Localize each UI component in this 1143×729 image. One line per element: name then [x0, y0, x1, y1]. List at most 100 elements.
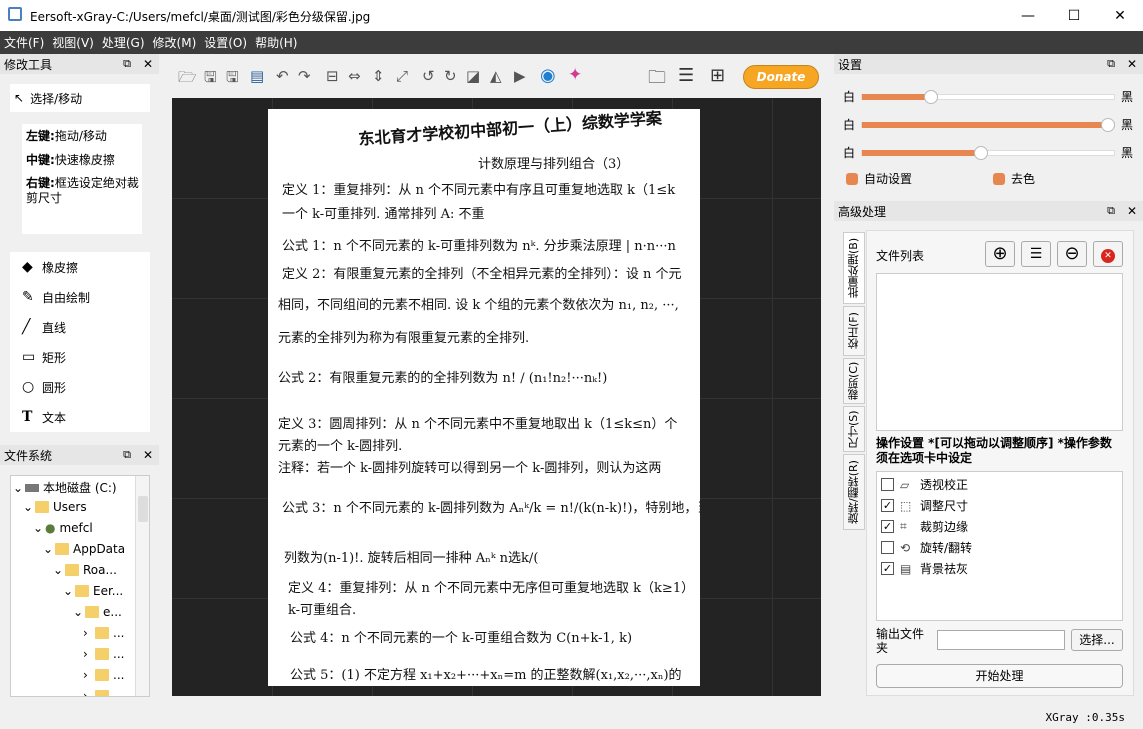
tree-item[interactable]: ›... — [83, 647, 124, 661]
tree-item[interactable]: ⌄ Users — [23, 500, 87, 514]
tab-correct[interactable]: 校正(F) — [843, 306, 865, 356]
level-slider[interactable]: 白黑 — [843, 86, 1133, 106]
chevron-down-icon: ⌄ — [53, 563, 64, 577]
menu-process[interactable]: 处理(G) — [102, 34, 145, 51]
remove-file-icon[interactable]: ⊖ — [1057, 241, 1087, 267]
eraser-tool[interactable]: ◆ 橡皮擦 — [10, 252, 150, 282]
add-file-icon[interactable]: ⊕ — [985, 241, 1015, 267]
save-icon[interactable]: 🖫 — [204, 67, 217, 92]
folder-icon — [95, 669, 109, 681]
tree-scrollbar[interactable] — [135, 476, 149, 696]
op-item[interactable]: ▱ 透视校正 — [877, 474, 1122, 495]
file-list[interactable] — [876, 273, 1123, 431]
text-tool[interactable]: T 文本 — [10, 402, 150, 432]
doc-line: 公式 2：有限重复元素的的全排列数为 n! / (n₁!n₂!···nₖ!) — [278, 371, 608, 386]
fit-page-icon[interactable]: ⇔ — [348, 67, 361, 85]
checklist-icon[interactable]: ☰ — [1021, 241, 1051, 267]
float-icon[interactable]: ⧉ — [1107, 204, 1115, 218]
minimize-button[interactable]: — — [1005, 0, 1051, 31]
menu-view[interactable]: 视图(V) — [52, 34, 94, 51]
tree-item[interactable]: ⌄ Eer... — [63, 584, 123, 598]
level-slider[interactable]: 白黑 — [843, 114, 1133, 134]
auto-process-icon[interactable]: ◉ — [540, 65, 556, 86]
tree-item[interactable]: ›... — [83, 668, 124, 682]
rectangle-label: 矩形 — [42, 350, 67, 365]
menu-settings[interactable]: 设置(O) — [204, 34, 247, 51]
rotate-left-icon[interactable]: ↺ — [422, 67, 435, 85]
float-icon[interactable]: ⧉ — [123, 57, 131, 71]
open-folder-icon[interactable]: 🗁 — [178, 67, 197, 92]
folder-icon[interactable]: 🗀 — [648, 65, 666, 95]
op-checkbox[interactable] — [881, 541, 894, 554]
op-item[interactable]: ✓ ⌗ 裁剪边缘 — [877, 516, 1122, 537]
tree-item[interactable]: ⌄ ● mefcl — [33, 521, 93, 535]
scrollbar-thumb[interactable] — [138, 496, 148, 522]
panel-close-icon[interactable]: ✕ — [1127, 57, 1137, 71]
tab-size[interactable]: 尺寸(S) — [843, 406, 865, 452]
auto-set-option[interactable]: 自动设置 — [846, 170, 912, 187]
sliders-icon[interactable]: ☰ — [678, 65, 694, 86]
slider-handle[interactable] — [1101, 118, 1116, 132]
chevron-down-icon: ⌄ — [23, 500, 34, 514]
rotate-right-icon[interactable]: ↻ — [444, 67, 457, 85]
select-tool[interactable]: ↖ 选择/移动 — [10, 84, 150, 112]
tree-item[interactable]: ›... — [83, 689, 124, 696]
slider-track[interactable] — [861, 146, 1115, 160]
tree-item[interactable]: ⌄ AppData — [43, 542, 125, 556]
slider-track[interactable] — [861, 118, 1116, 132]
fit-height-icon[interactable]: ⇕ — [372, 67, 385, 85]
clear-list-icon[interactable]: ✕ — [1093, 241, 1123, 267]
choose-button[interactable]: 选择... — [1071, 629, 1123, 651]
settings-panel-header: 设置 ⧉ ✕ — [834, 54, 1143, 74]
tab-rotate[interactable]: 旋转/翻转(R) — [843, 454, 865, 530]
doc-line: 定义 1：重复排列：从 n 个不同元素中有序且可重复地选取 k（1≤k — [282, 183, 676, 198]
op-item[interactable]: ✓ ⬚ 调整尺寸 — [877, 495, 1122, 516]
menu-help[interactable]: 帮助(H) — [255, 34, 297, 51]
fit-width-icon[interactable]: ⊟ — [326, 67, 339, 85]
fullscreen-icon[interactable]: ⤢ — [396, 67, 408, 85]
magic-wand-icon[interactable]: ✦ — [568, 65, 582, 85]
slider-track[interactable] — [861, 90, 1115, 104]
line-tool[interactable]: ╱ 直线 — [10, 312, 150, 342]
float-icon[interactable]: ⧉ — [123, 448, 131, 462]
slider-handle[interactable] — [974, 146, 989, 160]
close-button[interactable]: ✕ — [1097, 0, 1143, 31]
freehand-tool[interactable]: ✎ 自由绘制 — [10, 282, 150, 312]
op-checkbox[interactable] — [881, 478, 894, 491]
start-button[interactable]: 开始处理 — [876, 664, 1123, 688]
panel-close-icon[interactable]: ✕ — [143, 57, 153, 71]
op-checkbox[interactable]: ✓ — [881, 562, 894, 575]
level-slider[interactable]: 白黑 — [843, 142, 1133, 162]
menu-modify[interactable]: 修改(M) — [153, 34, 197, 51]
output-folder-input[interactable] — [937, 630, 1065, 650]
undo-icon[interactable]: ↶ — [276, 67, 289, 85]
print-icon[interactable]: ▤ — [250, 67, 264, 85]
redo-icon[interactable]: ↷ — [298, 67, 311, 85]
donate-button[interactable]: Donate — [743, 65, 819, 89]
circle-tool[interactable]: ○ 圆形 — [10, 372, 150, 402]
slider-handle[interactable] — [923, 90, 938, 104]
decolor-option[interactable]: 去色 — [993, 170, 1035, 187]
op-item[interactable]: ✓ ▤ 背景祛灰 — [877, 558, 1122, 579]
grid-view-icon[interactable]: ⊞ — [710, 65, 725, 86]
panel-close-icon[interactable]: ✕ — [143, 448, 153, 462]
op-checkbox[interactable]: ✓ — [881, 520, 894, 533]
flip-vertical-icon[interactable]: ◭ — [490, 67, 502, 85]
maximize-button[interactable]: ☐ — [1051, 0, 1097, 31]
float-icon[interactable]: ⧉ — [1107, 57, 1115, 71]
save-as-icon[interactable]: 🖫 — [226, 67, 239, 92]
op-item[interactable]: ⟲ 旋转/翻转 — [877, 537, 1122, 558]
tab-batch[interactable]: 批量处理(B) — [843, 232, 865, 304]
rectangle-tool[interactable]: ▭ 矩形 — [10, 342, 150, 372]
tree-item[interactable]: ⌄ 本地磁盘 (C:) — [13, 479, 117, 496]
panel-close-icon[interactable]: ✕ — [1127, 204, 1137, 218]
tab-crop[interactable]: 裁剪(C) — [843, 358, 865, 404]
flip-horizontal-icon[interactable]: ◪ — [466, 67, 480, 85]
op-checkbox[interactable]: ✓ — [881, 499, 894, 512]
tree-item[interactable]: ›... — [83, 626, 124, 640]
title-bar: Eersoft-xGray-C:/Users/mefcl/桌面/测试图/彩色分级… — [0, 0, 1143, 31]
tree-item[interactable]: ⌄ Roa... — [53, 563, 117, 577]
tree-item[interactable]: ⌄ e... — [73, 605, 122, 619]
menu-file[interactable]: 文件(F) — [4, 34, 44, 51]
mirror-icon[interactable]: ▶ — [514, 67, 526, 85]
